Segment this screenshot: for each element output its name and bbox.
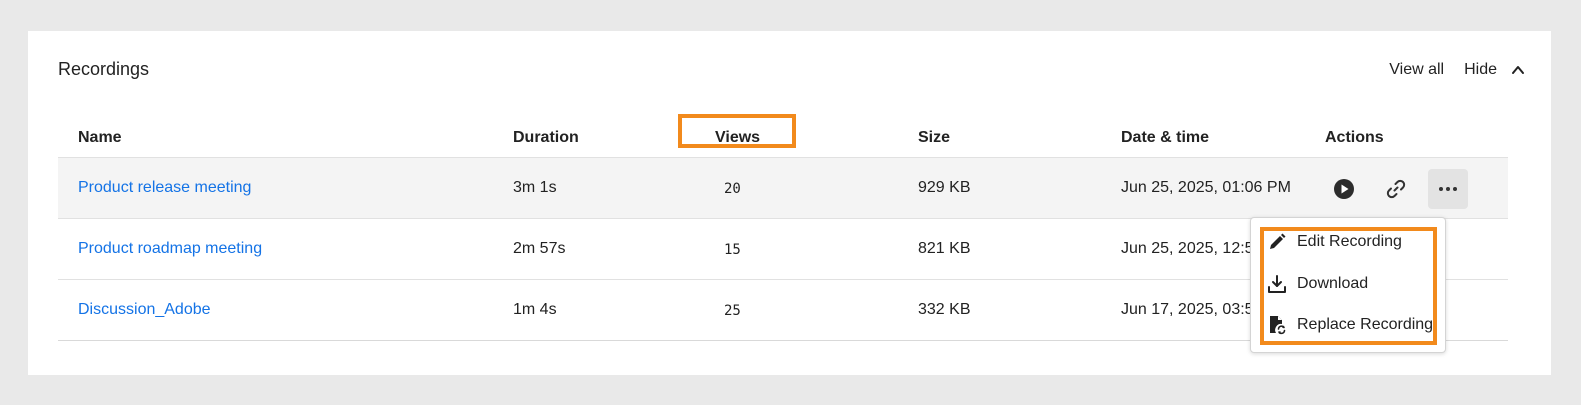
- column-header-name[interactable]: Name: [78, 129, 122, 147]
- panel-header-actions: View all Hide: [1389, 61, 1525, 79]
- recording-date: Jun 25, 2025, 01:06 PM: [1121, 179, 1291, 196]
- replace-file-icon: [1270, 316, 1286, 335]
- chevron-up-icon: [1512, 66, 1524, 74]
- recording-size: 332 KB: [918, 301, 971, 318]
- more-actions-menu: Edit Recording Download Replace Recordin…: [1250, 217, 1446, 353]
- column-header-actions: Actions: [1325, 129, 1384, 146]
- menu-item-label: Edit Recording: [1297, 233, 1402, 250]
- more-actions-button[interactable]: [1428, 169, 1468, 209]
- recording-views: 15: [724, 242, 741, 258]
- column-header-date[interactable]: Date & time: [1121, 129, 1209, 147]
- copy-link-button[interactable]: [1376, 169, 1416, 209]
- panel-title: Recordings: [58, 59, 150, 79]
- menu-item-download[interactable]: Download: [1267, 274, 1368, 294]
- recording-name-link[interactable]: Product release meeting: [78, 179, 251, 197]
- table-row[interactable]: Product release meeting 3m 1s 20 929 KB …: [58, 157, 1508, 218]
- column-header-duration[interactable]: Duration: [513, 129, 579, 147]
- recording-date: Jun 25, 2025, 12:59: [1121, 240, 1263, 257]
- recording-name-link[interactable]: Product roadmap meeting: [78, 240, 262, 258]
- view-all-link[interactable]: View all: [1389, 61, 1444, 79]
- recording-name-link[interactable]: Discussion_Adobe: [78, 301, 211, 319]
- recording-views: 20: [724, 181, 741, 197]
- menu-item-label: Download: [1297, 275, 1369, 292]
- menu-item-replace-recording[interactable]: Replace Recording: [1267, 315, 1433, 335]
- recording-duration: 1m 4s: [513, 301, 557, 318]
- menu-item-label: Replace Recording: [1297, 316, 1434, 333]
- row-actions: [1324, 169, 1468, 209]
- hide-toggle[interactable]: Hide: [1464, 61, 1525, 79]
- download-icon: [1268, 275, 1286, 293]
- column-header-size[interactable]: Size: [918, 129, 950, 147]
- recording-duration: 3m 1s: [513, 179, 557, 196]
- menu-item-edit-recording[interactable]: Edit Recording: [1267, 232, 1402, 252]
- recordings-panel: Recordings View all Hide Name Duration V…: [28, 31, 1551, 375]
- recording-duration: 2m 57s: [513, 240, 566, 257]
- pencil-icon: [1270, 233, 1286, 249]
- recording-date: Jun 17, 2025, 03:58: [1121, 301, 1263, 318]
- play-button[interactable]: [1324, 169, 1364, 209]
- play-icon: [1334, 179, 1354, 199]
- recording-size: 929 KB: [918, 179, 971, 196]
- views-column-highlight: [678, 114, 796, 148]
- link-icon: [1386, 179, 1406, 199]
- hide-label: Hide: [1464, 61, 1497, 78]
- recording-size: 821 KB: [918, 240, 971, 257]
- more-icon: [1439, 187, 1457, 191]
- recording-views: 25: [724, 303, 741, 319]
